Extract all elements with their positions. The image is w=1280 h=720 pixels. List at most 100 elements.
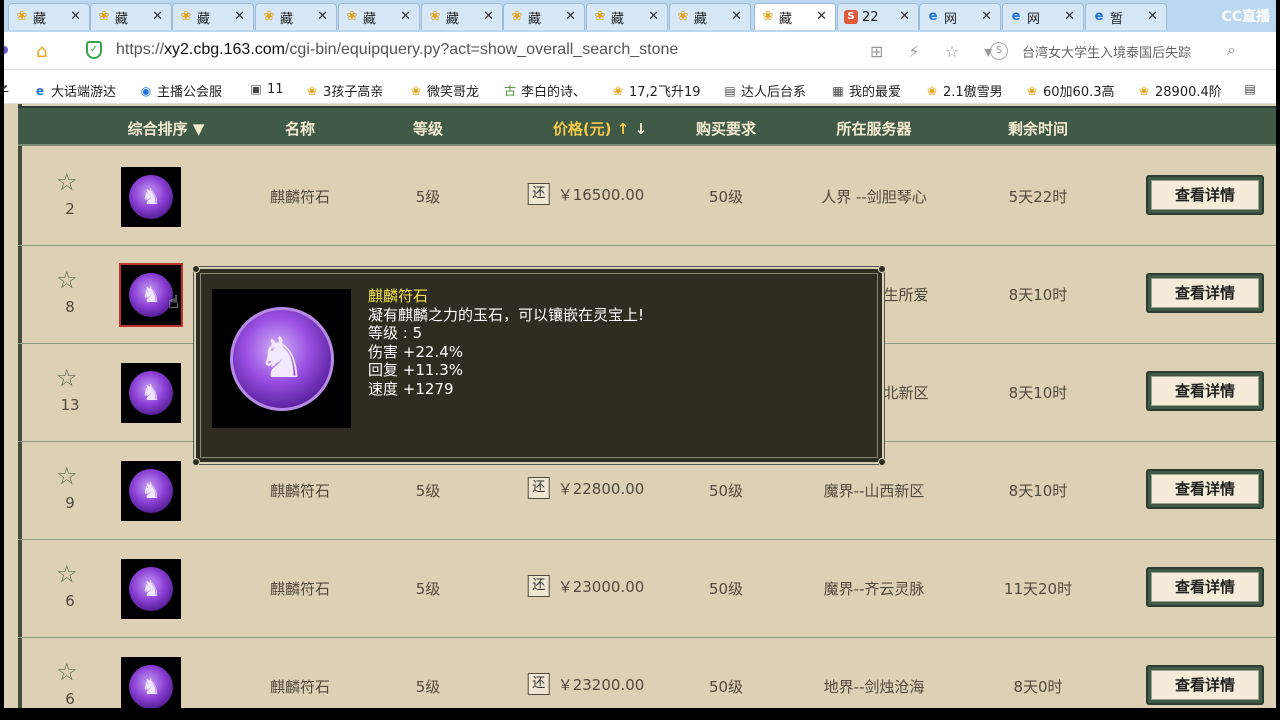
bookmark-item[interactable]: ❀ 3孩子高亲 bbox=[304, 81, 383, 101]
sort-header[interactable]: 综合排序 ▼ bbox=[128, 118, 205, 139]
item-thumbnail[interactable]: ♞ bbox=[121, 559, 181, 619]
bargain-icon[interactable]: 还 bbox=[527, 477, 550, 499]
requirement-header: 购买要求 bbox=[695, 120, 757, 138]
favorite-star-icon[interactable]: ☆ bbox=[56, 562, 78, 586]
bookmark-item[interactable]: e 大话端游达 bbox=[32, 81, 116, 101]
browser-tab[interactable]: S 22 ✕ bbox=[837, 3, 919, 30]
bargain-icon[interactable]: 还 bbox=[527, 673, 550, 695]
search-engine-icon[interactable]: S bbox=[990, 42, 1008, 60]
close-icon[interactable]: ✕ bbox=[648, 9, 659, 24]
bookmark-item[interactable]: ❀ 2.1傲雪男 bbox=[924, 81, 1003, 101]
tab-title: 藏 bbox=[611, 11, 625, 27]
view-details-button[interactable]: 查看详情 bbox=[1146, 665, 1264, 705]
search-input[interactable]: S 台湾女大学生入境泰国后失踪 ⌕ bbox=[990, 38, 1258, 64]
close-icon[interactable]: ✕ bbox=[1147, 9, 1158, 24]
nav-indicator-icon[interactable] bbox=[4, 46, 8, 54]
close-icon[interactable]: ✕ bbox=[70, 9, 81, 24]
browser-tab[interactable]: e 网 ✕ bbox=[1002, 3, 1084, 30]
item-thumbnail[interactable]: ♞ bbox=[121, 657, 181, 708]
favorite-star-icon[interactable]: ☆ bbox=[56, 464, 78, 488]
close-icon[interactable]: ✕ bbox=[565, 9, 576, 24]
bookmark-item[interactable]: ❀ 17,2飞升19 bbox=[610, 81, 701, 101]
url-input[interactable]: https://xy2.cbg.163.com/cgi-bin/equipque… bbox=[116, 41, 678, 59]
close-icon[interactable]: ✕ bbox=[816, 9, 827, 24]
tab-title: 22 bbox=[862, 9, 879, 25]
browser-tab[interactable]: ❀ 藏 ✕ bbox=[754, 3, 836, 30]
bookmark-item[interactable]: ▤ bbox=[1242, 81, 1261, 97]
sort-down-icon[interactable]: ↓ bbox=[635, 120, 648, 138]
close-icon[interactable]: ✕ bbox=[1064, 9, 1075, 24]
close-icon[interactable]: ✕ bbox=[981, 9, 992, 24]
tooltip-corner bbox=[192, 265, 200, 273]
item-thumbnail[interactable]: ♞ bbox=[121, 461, 181, 521]
view-details-button[interactable]: 查看详情 bbox=[1146, 567, 1264, 607]
home-icon[interactable]: ⌂ bbox=[36, 41, 47, 62]
price-header[interactable]: 价格(元) ↑ ↓ bbox=[553, 118, 647, 139]
table-row: ☆ 2 ♞ 麒麟符石 5级 还 ￥16500.00 50级 人界 --剑胆琴心 5天22时 查看详情 bbox=[18, 148, 1276, 246]
sort-up-icon[interactable]: ↑ bbox=[617, 120, 630, 138]
bookmark-item[interactable]: ◉ 主播公会服 bbox=[138, 81, 223, 101]
address-tools-icons[interactable]: ⊞ ⚡ ☆ ▾ bbox=[870, 42, 1002, 61]
close-icon[interactable]: ✕ bbox=[152, 9, 163, 24]
favorite-star-icon[interactable]: ☆ bbox=[56, 366, 78, 390]
browser-tab[interactable]: ❀ 藏 ✕ bbox=[586, 3, 668, 30]
tab-title: 藏 bbox=[33, 11, 47, 27]
view-details-button[interactable]: 查看详情 bbox=[1146, 371, 1264, 411]
close-icon[interactable]: ✕ bbox=[483, 9, 494, 24]
browser-tab[interactable]: ❀ 藏 ✕ bbox=[8, 3, 90, 30]
server-name: 地界--剑烛沧海 bbox=[823, 678, 925, 696]
browser-tab[interactable]: e 暂 ✕ bbox=[1085, 3, 1167, 30]
cbg-icon: ❀ bbox=[511, 9, 523, 24]
browser-tab[interactable]: ❀ 藏 ✕ bbox=[255, 3, 337, 30]
bookmark-item[interactable]: ▤ 达人后台系 bbox=[722, 81, 807, 101]
cbg-icon: ❀ bbox=[306, 83, 318, 98]
tooltip-description: 凝有麒麟之力的玉石，可以镶嵌在灵宝上! bbox=[368, 305, 645, 324]
item-thumbnail[interactable]: ♞ bbox=[121, 167, 181, 227]
cbg-icon: ❀ bbox=[263, 9, 275, 24]
tab-title: 藏 bbox=[694, 11, 708, 27]
view-details-label: 查看详情 bbox=[1151, 572, 1259, 602]
bargain-icon[interactable]: 还 bbox=[527, 183, 550, 205]
item-level: 5级 bbox=[415, 482, 441, 500]
close-icon[interactable]: ✕ bbox=[400, 9, 411, 24]
close-icon[interactable]: ✕ bbox=[731, 9, 742, 24]
favorite-star-icon[interactable]: ☆ bbox=[56, 170, 78, 194]
price-value: ￥23200.00 bbox=[557, 675, 645, 694]
server-header: 所在服务器 bbox=[836, 120, 912, 138]
bookmark-item[interactable]: ▣ 11 bbox=[248, 81, 283, 97]
view-details-label: 查看详情 bbox=[1151, 278, 1259, 308]
item-thumbnail[interactable]: ♞ bbox=[121, 363, 181, 423]
bookmark-item[interactable]: ▦ 我的最爱 bbox=[830, 81, 901, 101]
browser-tab[interactable]: ❀ 藏 ✕ bbox=[669, 3, 751, 30]
bookmark-label: 达人后台系 bbox=[741, 85, 807, 100]
browser-tab[interactable]: ❀ 藏 ✕ bbox=[338, 3, 420, 30]
qilin-stone-icon: ♞ bbox=[129, 665, 173, 708]
doc-icon: ▤ bbox=[1244, 82, 1256, 96]
bookmark-item[interactable]: ❀ 60加60.3高 bbox=[1024, 81, 1115, 101]
secure-shield-icon[interactable]: ✓ bbox=[86, 41, 102, 59]
url-path: /cgi-bin/equipquery.py?act=show_overall_… bbox=[284, 41, 679, 58]
tab-title: 藏 bbox=[446, 11, 460, 27]
favorite-star-icon[interactable]: ☆ bbox=[56, 268, 78, 292]
bargain-icon[interactable]: 还 bbox=[527, 575, 550, 597]
browser-tab[interactable]: ❀ 藏 ✕ bbox=[421, 3, 503, 30]
search-icon[interactable]: ⌕ bbox=[1227, 40, 1236, 60]
browser-e-icon: e bbox=[35, 83, 45, 98]
browser-tab[interactable]: ❀ 藏 ✕ bbox=[172, 3, 254, 30]
bookmark-item[interactable]: ❀ 28900.4阶 bbox=[1136, 81, 1222, 101]
close-icon[interactable]: ✕ bbox=[234, 9, 245, 24]
close-icon[interactable]: ✕ bbox=[899, 9, 910, 24]
bookmark-item[interactable]: 古李白的诗、 bbox=[502, 81, 586, 101]
browser-tab[interactable]: e 网 ✕ bbox=[919, 3, 1001, 30]
favorite-star-icon[interactable]: ☆ bbox=[56, 660, 78, 684]
browser-tab[interactable]: ❀ 藏 ✕ bbox=[503, 3, 585, 30]
browser-tab[interactable]: ❀ 藏 ✕ bbox=[90, 3, 172, 30]
view-details-button[interactable]: 查看详情 bbox=[1146, 175, 1264, 215]
cbg-icon: ❀ bbox=[429, 9, 441, 24]
close-icon[interactable]: ✕ bbox=[317, 9, 328, 24]
bookmark-label: 主播公会服 bbox=[157, 85, 223, 100]
view-details-button[interactable]: 查看详情 bbox=[1146, 273, 1264, 313]
view-details-button[interactable]: 查看详情 bbox=[1146, 469, 1264, 509]
bookmark-item[interactable]: ❀ 微笑哥龙 bbox=[408, 81, 479, 101]
bookmark-item[interactable]: 子 bbox=[4, 81, 9, 100]
